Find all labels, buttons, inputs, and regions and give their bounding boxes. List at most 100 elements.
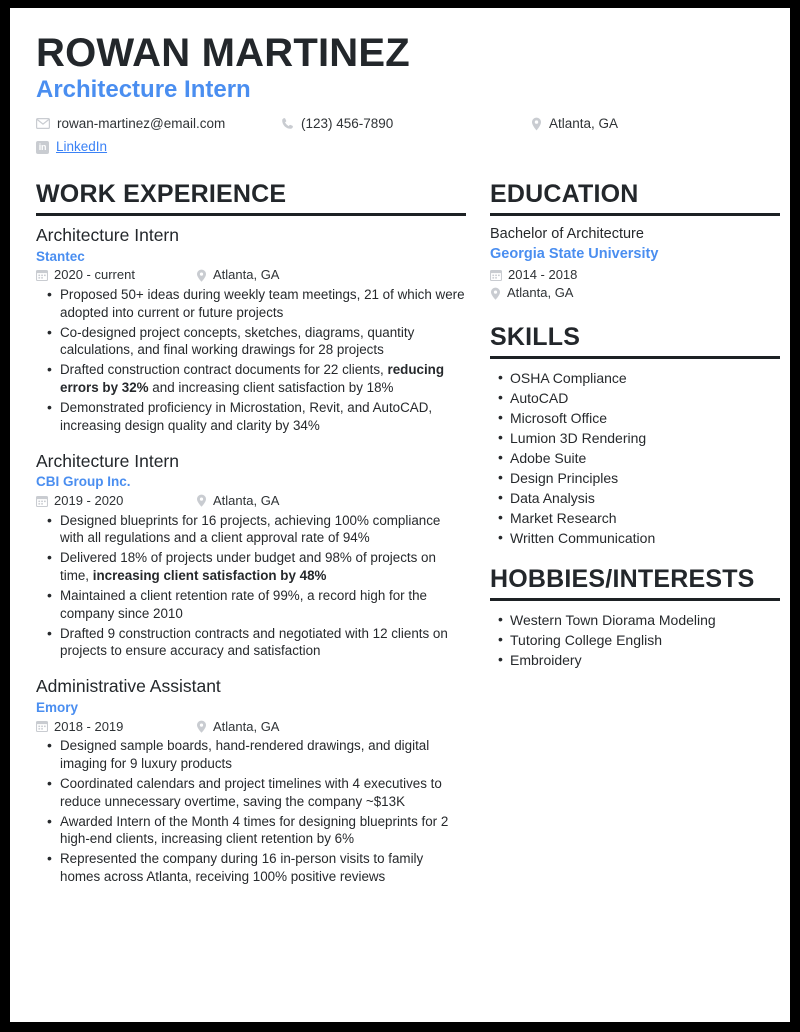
work-experience-entry: Administrative Assistant Emory 2018 - 2019…: [36, 676, 466, 886]
contact-location: Atlanta, GA: [531, 116, 618, 132]
work-entry-dates: 2019 - 2020: [36, 493, 196, 509]
section-divider: [36, 212, 466, 216]
education-location: Atlanta, GA: [490, 284, 780, 303]
contact-email-text: rowan-martinez@email.com: [57, 115, 226, 131]
education-dates: 2014 - 2018: [490, 266, 780, 285]
list-item: OSHA Compliance: [498, 367, 780, 388]
education-location-text: Atlanta, GA: [507, 285, 574, 301]
section-divider: [490, 212, 780, 216]
work-entry-title: Architecture Intern: [36, 224, 179, 245]
work-entry-location: Atlanta, GA: [196, 719, 279, 735]
list-item: Demonstrated proficiency in Microstation…: [47, 398, 466, 435]
map-pin-icon: [196, 720, 207, 733]
calendar-icon: [490, 269, 502, 282]
right-column: EDUCATION Bachelor of Architecture Georg…: [490, 180, 780, 670]
list-item: Designed sample boards, hand-rendered dr…: [47, 736, 466, 773]
work-experience-entries: Architecture Intern Stantec 2020 - current…: [36, 225, 466, 886]
list-item: Proposed 50+ ideas during weekly team me…: [47, 285, 466, 322]
work-entry-bullets: Proposed 50+ ideas during weekly team me…: [36, 285, 466, 435]
contact-linkedin[interactable]: in LinkedIn: [36, 139, 107, 155]
section-title-education: EDUCATION: [490, 180, 639, 209]
work-entry-organization: CBI Group Inc.: [36, 474, 131, 490]
education-entry: Bachelor of Architecture Georgia State U…: [490, 225, 780, 303]
page-title: ROWAN MARTINEZ: [36, 31, 410, 75]
map-pin-icon: [531, 117, 542, 131]
section-divider: [490, 356, 780, 360]
list-item: AutoCAD: [498, 387, 780, 408]
work-entry-dates-text: 2019 - 2020: [54, 492, 124, 508]
work-entry-location-text: Atlanta, GA: [213, 492, 280, 508]
bullet-text: Maintained a client retention rate of 99…: [60, 587, 427, 621]
resume-body: WORK EXPERIENCE Architecture Intern Stant…: [36, 180, 780, 888]
section-hobbies: HOBBIES/INTERESTS Western Town Diorama M…: [490, 565, 780, 670]
calendar-icon: [36, 720, 48, 733]
list-item: Co-designed project concepts, sketches, …: [47, 323, 466, 360]
list-item: Embroidery: [498, 649, 780, 670]
work-entry-location: Atlanta, GA: [196, 493, 279, 509]
job-title-subtitle: Architecture Intern: [36, 76, 251, 103]
list-item: Delivered 18% of projects under budget a…: [47, 548, 466, 585]
work-entry-meta: 2019 - 2020 Atlanta, GA: [36, 493, 466, 509]
list-item: Drafted 9 construction contracts and neg…: [47, 624, 466, 661]
section-education: EDUCATION Bachelor of Architecture Georg…: [490, 180, 780, 303]
list-item: Written Communication: [498, 527, 780, 548]
bullet-text: Awarded Intern of the Month 4 times for …: [60, 813, 449, 847]
bullet-text: Demonstrated proficiency in Microstation…: [60, 399, 433, 433]
contact-info: rowan-martinez@email.com (123) 456-7890: [36, 116, 764, 155]
contact-linkedin-link[interactable]: LinkedIn: [56, 139, 107, 155]
work-entry-location-text: Atlanta, GA: [213, 267, 280, 283]
list-item: Designed blueprints for 16 projects, ach…: [47, 511, 466, 548]
list-item: Adobe Suite: [498, 447, 780, 468]
work-entry-location: Atlanta, GA: [196, 267, 279, 283]
work-entry-location-text: Atlanta, GA: [213, 718, 280, 734]
contact-email[interactable]: rowan-martinez@email.com: [36, 116, 281, 132]
education-degree: Bachelor of Architecture: [490, 225, 644, 242]
resume-page: ROWAN MARTINEZ Architecture Intern rowan…: [10, 8, 790, 1022]
contact-row-primary: rowan-martinez@email.com (123) 456-7890: [36, 116, 764, 132]
calendar-icon: [36, 495, 48, 507]
work-entry-title: Administrative Assistant: [36, 676, 221, 697]
bullet-emphasis: increasing client satisfaction by 48%: [92, 568, 327, 584]
bullet-text: Co-designed project concepts, sketches, …: [60, 324, 415, 358]
education-school: Georgia State University: [490, 245, 659, 262]
envelope-icon: [36, 118, 50, 130]
bullet-text: Designed sample boards, hand-rendered dr…: [60, 738, 430, 772]
list-item: Market Research: [498, 507, 780, 528]
phone-icon: [281, 117, 294, 130]
linkedin-icon: in: [36, 140, 49, 154]
map-pin-icon: [490, 287, 501, 301]
bullet-text: Represented the company during 16 in-per…: [60, 851, 424, 885]
map-pin-icon: [196, 494, 207, 507]
section-title-hobbies: HOBBIES/INTERESTS: [490, 565, 755, 594]
work-entry-dates-text: 2018 - 2019: [54, 718, 124, 734]
bullet-text: and increasing client satisfaction by 18…: [148, 380, 394, 396]
calendar-icon: [36, 269, 48, 282]
resume-header: ROWAN MARTINEZ Architecture Intern rowan…: [36, 32, 764, 155]
work-experience-entry: Architecture Intern Stantec 2020 - current…: [36, 225, 466, 435]
contact-phone-text: (123) 456-7890: [301, 115, 394, 131]
list-item: Awarded Intern of the Month 4 times for …: [47, 812, 466, 849]
work-entry-organization: Stantec: [36, 248, 85, 264]
section-title-work-experience: WORK EXPERIENCE: [36, 180, 287, 209]
list-item: Drafted construction contract documents …: [47, 360, 466, 397]
contact-row-secondary: in LinkedIn: [36, 139, 764, 155]
list-item: Data Analysis: [498, 487, 780, 508]
hobbies-list: Western Town Diorama ModelingTutoring Co…: [490, 609, 780, 670]
bullet-text: Coordinated calendars and project timeli…: [60, 775, 442, 809]
list-item: Lumion 3D Rendering: [498, 427, 780, 448]
work-entry-bullets: Designed sample boards, hand-rendered dr…: [36, 736, 466, 886]
list-item: Design Principles: [498, 467, 780, 488]
contact-location-text: Atlanta, GA: [549, 115, 619, 131]
map-pin-icon: [196, 269, 207, 282]
bullet-text: Proposed 50+ ideas during weekly team me…: [60, 286, 465, 320]
education-dates-text: 2014 - 2018: [508, 266, 578, 282]
list-item: Maintained a client retention rate of 99…: [47, 586, 466, 623]
skills-list: OSHA ComplianceAutoCADMicrosoft OfficeLu…: [490, 367, 780, 548]
work-entry-organization: Emory: [36, 700, 79, 716]
list-item: Represented the company during 16 in-per…: [47, 849, 466, 886]
bullet-text: Drafted 9 construction contracts and neg…: [60, 625, 448, 659]
contact-phone[interactable]: (123) 456-7890: [281, 116, 531, 132]
work-entry-title: Architecture Intern: [36, 450, 179, 471]
